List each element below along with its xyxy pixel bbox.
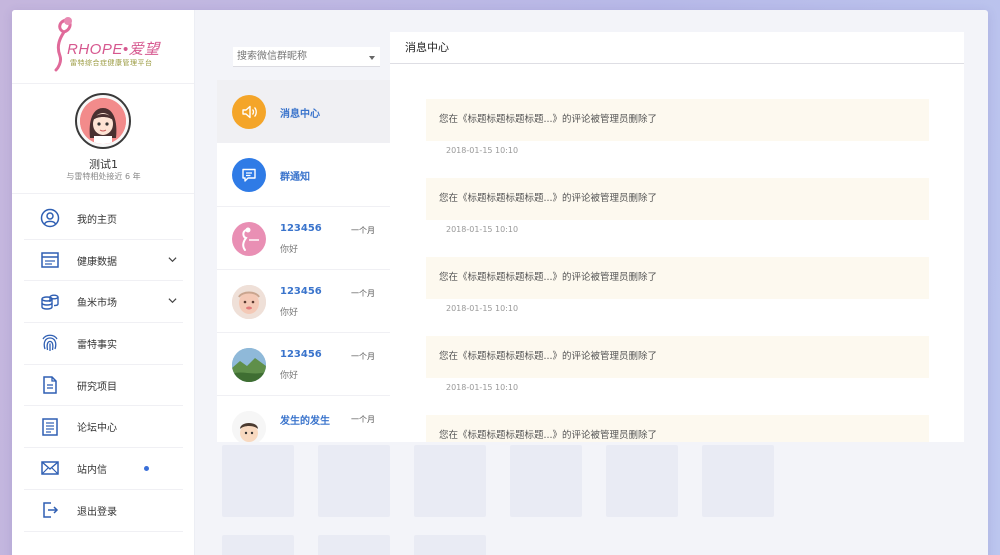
logout-icon (39, 499, 61, 521)
mail-icon (39, 457, 61, 479)
detail-title: 消息中心 (390, 32, 964, 64)
document-icon (39, 374, 61, 396)
placeholder-tile (318, 445, 390, 517)
sidebar: RHOPE•爱望 雷特综合症健康管理平台 测试1 与雷特相处接近 6 年 我的主… (12, 10, 195, 555)
sidebar-item-market[interactable]: 鱼米市场 (24, 281, 183, 324)
conversation-name: 群通知 (280, 172, 310, 184)
sidebar-item-label: 站内信 (77, 464, 107, 476)
message-list: 您在《标题标题标题标题...》的评论被管理员删除了 2018-01-15 10:… (390, 65, 964, 442)
placeholder-tile (606, 445, 678, 517)
conversation-name: 123456 (280, 285, 322, 297)
dropdown-caret-icon[interactable] (369, 56, 375, 60)
cartoon-avatar (232, 411, 266, 442)
message-text[interactable]: 您在《标题标题标题标题...》的评论被管理员删除了 (426, 99, 929, 141)
conversation-preview: 你好 (280, 244, 299, 255)
placeholder-tile (510, 445, 582, 517)
message-text[interactable]: 您在《标题标题标题标题...》的评论被管理员删除了 (426, 415, 929, 442)
sidebar-item-label: 健康数据 (77, 256, 117, 268)
baby-photo-avatar (232, 284, 266, 319)
profile-name: 测试1 (89, 158, 118, 171)
placeholder-tile (414, 445, 486, 517)
conversation-name: 123456 (280, 222, 322, 234)
conversation-item[interactable]: 群通知 (217, 143, 390, 207)
sidebar-item-rett-facts[interactable]: 雷特事实 (24, 323, 183, 365)
chat-icon (232, 158, 266, 193)
sidebar-item-logout[interactable]: 退出登录 (24, 490, 183, 532)
conversation-list: 消息中心 群通知 123456 你好 一个月 123456 你好 一个月 123… (217, 80, 390, 442)
user-avatar-icon (80, 98, 126, 144)
sidebar-item-label: 研究项目 (77, 381, 117, 393)
conversation-item[interactable]: 发生的发生 一个月 (217, 396, 390, 442)
profile-subtitle: 与雷特相处接近 6 年 (66, 172, 141, 181)
app-window: RHOPE•爱望 雷特综合症健康管理平台 测试1 与雷特相处接近 6 年 我的主… (12, 10, 988, 555)
conversation-item[interactable]: 123456 你好 一个月 (217, 269, 390, 334)
unread-dot (144, 466, 149, 472)
chevron-down-icon[interactable] (168, 255, 177, 264)
landscape-photo-avatar (232, 348, 266, 383)
message-item: 您在《标题标题标题标题...》的评论被管理员删除了 2018-01-15 10:… (390, 223, 964, 313)
message-item: 您在《标题标题标题标题...》的评论被管理员删除了 2018-01-15 10:… (390, 302, 964, 392)
conversation-time: 一个月 (346, 350, 380, 365)
placeholder-tile (702, 445, 774, 517)
brand-tagline: 雷特综合症健康管理平台 (70, 59, 153, 67)
brand-logo[interactable]: RHOPE•爱望 雷特综合症健康管理平台 (12, 10, 194, 84)
message-text[interactable]: 您在《标题标题标题标题...》的评论被管理员删除了 (426, 336, 929, 378)
conversation-item[interactable]: 消息中心 (217, 80, 390, 144)
search-input[interactable] (233, 47, 380, 67)
message-item: 您在《标题标题标题标题...》的评论被管理员删除了 2018-01-15 10:… (390, 65, 964, 155)
conversation-preview: 你好 (280, 371, 299, 382)
fingerprint-icon (39, 332, 61, 354)
placeholder-tile (222, 535, 294, 555)
message-item: 您在《标题标题标题标题...》的评论被管理员删除了 (390, 381, 964, 442)
sidebar-item-label: 论坛中心 (77, 423, 117, 435)
user-circle-icon (39, 207, 61, 229)
health-data-icon (39, 249, 61, 271)
sidebar-item-label: 鱼米市场 (77, 298, 117, 310)
chevron-down-icon[interactable] (168, 296, 177, 305)
message-text[interactable]: 您在《标题标题标题标题...》的评论被管理员删除了 (426, 257, 929, 299)
speaker-icon (232, 95, 266, 129)
avatar[interactable] (75, 93, 131, 149)
conversation-item[interactable]: 123456 你好 一个月 (217, 333, 390, 397)
conversation-preview: 你好 (280, 307, 299, 318)
conversation-time: 一个月 (346, 223, 380, 238)
conversation-name: 消息中心 (280, 109, 320, 120)
coins-icon (39, 291, 61, 313)
sidebar-item-label: 雷特事实 (77, 339, 117, 351)
brand-name: RHOPE•爱望 (67, 41, 160, 58)
conversation-time: 一个月 (346, 286, 380, 301)
sidebar-item-label: 退出登录 (77, 506, 117, 518)
sidebar-item-health-data[interactable]: 健康数据 (24, 240, 183, 282)
sidebar-item-inbox[interactable]: 站内信 (24, 448, 183, 490)
forum-icon (39, 416, 61, 438)
conversation-item[interactable]: 123456 你好 一个月 (217, 206, 390, 270)
brand-logo-avatar (232, 221, 266, 256)
conversation-name: 发生的发生 (280, 416, 330, 428)
placeholder-tile (222, 445, 294, 517)
message-detail-panel: 消息中心 您在《标题标题标题标题...》的评论被管理员删除了 2018-01-1… (390, 32, 964, 442)
conversation-name: 123456 (280, 349, 322, 361)
sidebar-item-research[interactable]: 研究项目 (24, 365, 183, 407)
sidebar-item-label: 我的主页 (77, 214, 117, 226)
placeholder-tile (414, 535, 486, 555)
conversation-time: 一个月 (346, 413, 380, 428)
sidebar-item-home[interactable]: 我的主页 (24, 198, 183, 240)
message-item: 您在《标题标题标题标题...》的评论被管理员删除了 2018-01-15 10:… (390, 144, 964, 234)
conversation-panel: 消息中心 群通知 123456 你好 一个月 123456 (217, 32, 390, 442)
sidebar-nav: 我的主页 健康数据 鱼米市场 雷特事实 研究项目 论坛中心 站内信 退出登录 (12, 198, 195, 532)
message-text[interactable]: 您在《标题标题标题标题...》的评论被管理员删除了 (426, 178, 929, 220)
placeholder-tile (318, 535, 390, 555)
sidebar-item-forum[interactable]: 论坛中心 (24, 406, 183, 449)
